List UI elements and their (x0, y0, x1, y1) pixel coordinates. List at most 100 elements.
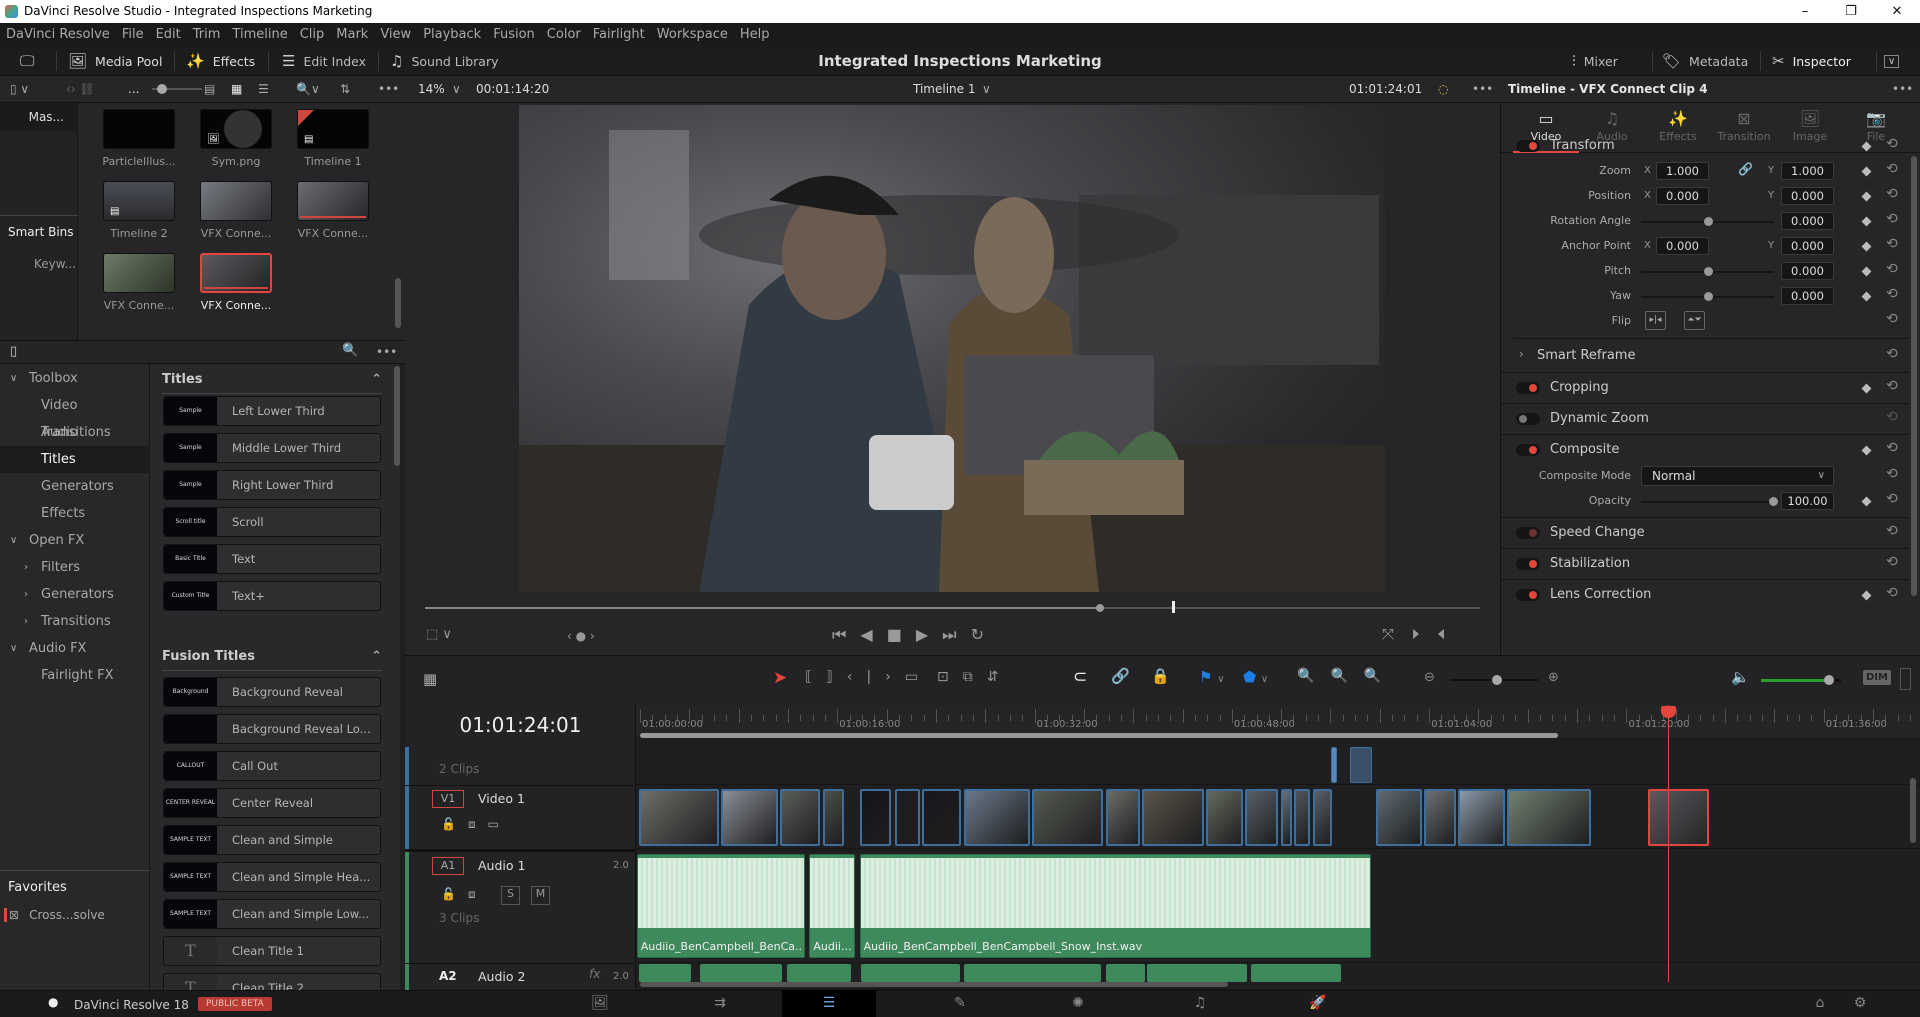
viewer-playhead[interactable] (1172, 601, 1175, 613)
flag-icon[interactable]: ⚑ ∨ (1199, 668, 1225, 686)
media-clip-thumbnail[interactable] (200, 253, 272, 293)
reset-icon[interactable]: ⟲ (1886, 440, 1898, 456)
audio-2-clip[interactable] (1251, 964, 1341, 982)
fairlight-page-icon[interactable]: ♫ (1160, 990, 1240, 1017)
keyframe-icon[interactable] (1861, 590, 1872, 601)
media-clip-thumbnail[interactable]: ▤ (103, 181, 175, 221)
slider-handle[interactable] (157, 84, 167, 94)
cropping-section[interactable]: Cropping ⟲ (1501, 372, 1909, 403)
transform-overlay-icon[interactable]: ⬚ ∨ (426, 627, 452, 642)
path-ellipsis[interactable]: ... (128, 76, 139, 103)
audio-2-clip[interactable] (963, 964, 1101, 982)
audio-clip[interactable]: Audiio_BenCampbell_BenCa... (636, 854, 805, 958)
video-clip[interactable] (922, 789, 962, 846)
section-header[interactable]: Fusion Titles ⌃ (162, 649, 382, 671)
video-clip[interactable] (822, 789, 844, 846)
video-clip[interactable] (639, 789, 719, 846)
collapse-icon[interactable]: ⌃ (371, 372, 382, 387)
reset-icon[interactable]: ⟲ (1886, 211, 1898, 227)
thumbnail-view-icon[interactable]: ▦ (231, 76, 242, 103)
replace-clip-icon[interactable]: ⇵ (987, 669, 1013, 685)
title-item[interactable]: T Clean Title 2 (163, 973, 381, 990)
play-reverse-icon[interactable]: ◀ (860, 625, 886, 644)
menu-color[interactable]: Color (547, 27, 581, 42)
keyframe-icon[interactable] (1861, 141, 1872, 152)
video-clip[interactable] (895, 789, 920, 846)
zoom-in-icon[interactable]: ⊕ (1548, 670, 1559, 685)
sidebar-toggle-icon[interactable]: ▯ (10, 344, 17, 359)
inspector-scrollbar[interactable] (1911, 156, 1917, 596)
keyframe-icon[interactable] (1861, 216, 1872, 227)
inspector-options-icon[interactable]: ••• (1892, 76, 1913, 103)
effects-tree-item[interactable]: Audio Transitions (0, 419, 150, 467)
snapping-icon[interactable]: ⊂ (1073, 667, 1087, 687)
menu-fairlight[interactable]: Fairlight (593, 27, 645, 42)
menu-trim[interactable]: Trim (193, 27, 221, 42)
mute-button[interactable]: M (531, 886, 550, 905)
title-item[interactable]: CENTER REVEAL Center Reveal (163, 788, 381, 818)
title-item[interactable]: Sample Right Lower Third (163, 470, 381, 500)
blade-tool-icon[interactable]: ‹|› (847, 669, 905, 685)
zoom-level[interactable]: 14% (418, 76, 445, 103)
audio-2-clip[interactable] (639, 964, 691, 982)
reset-icon[interactable]: ⟲ (1886, 236, 1898, 252)
reset-icon[interactable]: ⟲ (1886, 585, 1898, 601)
effects-scrollbar[interactable] (394, 366, 400, 466)
v2-clip[interactable] (1331, 747, 1337, 783)
disable-video-icon[interactable]: ▭ (488, 817, 511, 831)
keyframe-icon[interactable] (1861, 166, 1872, 177)
marker-icon[interactable]: ⬟ ∨ (1243, 668, 1268, 686)
keyframe-icon[interactable] (1861, 291, 1872, 302)
audio-clip[interactable]: Audiio_BenCampbell_BenCampbell_Snow_Inst… (859, 854, 1371, 958)
title-item[interactable]: T Clean Title 1 (163, 936, 381, 966)
title-item[interactable]: Sample Middle Lower Third (163, 433, 381, 463)
video-clip[interactable] (859, 789, 892, 846)
zoom-out-icon[interactable]: ⊖ (1424, 670, 1435, 685)
solo-button[interactable]: S (501, 886, 520, 905)
audio-2-clip[interactable] (1147, 964, 1247, 982)
video-clip[interactable] (1424, 789, 1456, 846)
inspector-button[interactable]: ✂ Inspector (1772, 46, 1851, 76)
mixer-button[interactable]: ⫶ Mixer (1572, 46, 1618, 76)
viewer-options-icon[interactable]: ••• (1472, 76, 1493, 103)
effects-tree-item[interactable]: Effects (0, 500, 150, 527)
v2-clip[interactable] (1350, 747, 1372, 783)
title-item[interactable]: Background Reveal Background Reveal (163, 677, 381, 723)
slider-handle[interactable] (1703, 217, 1713, 226)
lock-icon[interactable]: 🔓 (441, 817, 468, 831)
menu-fusion[interactable]: Fusion (493, 27, 535, 42)
value-field[interactable]: 0.000 (1781, 262, 1834, 280)
video-clip[interactable] (1245, 789, 1279, 846)
chevron-right-icon[interactable]: › (1519, 347, 1524, 361)
insert-clip-icon[interactable]: ⊡ (937, 669, 963, 685)
composite-section[interactable]: Composite ⟲ (1501, 434, 1909, 465)
enable-toggle[interactable] (1516, 558, 1540, 570)
sound-library-button[interactable]: ♫ Sound Library (390, 46, 499, 76)
timeline-playhead[interactable] (1661, 705, 1676, 982)
flip-horizontal-button[interactable]: ▸|◂ (1645, 311, 1666, 330)
keyframe-icon[interactable] (1861, 496, 1872, 507)
reset-icon[interactable]: ⟲ (1886, 136, 1898, 152)
menu-timeline[interactable]: Timeline (232, 27, 287, 42)
reset-icon[interactable]: ⟲ (1886, 286, 1898, 302)
viewer-scrubber[interactable] (425, 604, 1480, 612)
edit-page-icon[interactable]: ☰ (782, 990, 876, 1017)
param-slider[interactable] (1641, 267, 1774, 276)
a2-track-name[interactable]: Audio 2 (478, 969, 525, 984)
value-field[interactable]: 100.00 (1781, 492, 1834, 510)
menu-file[interactable]: File (122, 27, 144, 42)
menu-clip[interactable]: Clip (300, 27, 325, 42)
value-field[interactable]: 0.000 (1781, 212, 1834, 230)
list-view-icon[interactable]: ☰ (258, 76, 269, 103)
enable-toggle[interactable] (1516, 444, 1540, 456)
media-clip-thumbnail[interactable] (103, 109, 175, 149)
enable-toggle[interactable] (1516, 589, 1540, 601)
video-clip[interactable] (1507, 789, 1591, 846)
menu-mark[interactable]: Mark (336, 27, 368, 42)
audio-2-clip[interactable] (700, 964, 783, 982)
maximize-button[interactable]: ❐ (1828, 0, 1874, 23)
title-item[interactable]: SAMPLE TEXT Clean and Simple (163, 825, 381, 855)
match-frame-icon[interactable]: ⤧ (1382, 625, 1412, 643)
next-edit-icon[interactable]: ⏵ (1412, 625, 1438, 643)
panel-layout-icon[interactable]: ▯ ∨ (10, 76, 29, 103)
